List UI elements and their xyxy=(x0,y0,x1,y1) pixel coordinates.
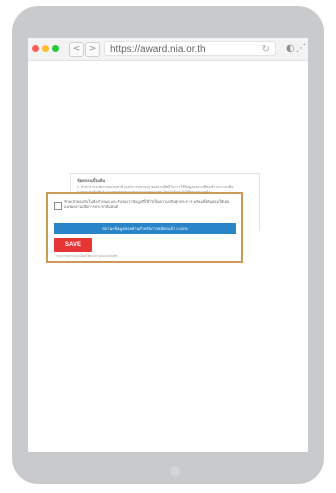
maximize-window-icon[interactable] xyxy=(52,45,59,52)
consent-save-section: ข้าพเจ้ายอมรับในข้อกำหนด และรับรองว่าข้อ… xyxy=(46,192,243,263)
close-window-icon[interactable] xyxy=(32,45,39,52)
home-button[interactable] xyxy=(170,466,180,476)
extensions-icon[interactable]: ⋰ xyxy=(296,43,306,54)
save-hint-text: * กรุณากรอกรายละเอียดให้ครบถ้วนก่อนกดบัน… xyxy=(54,254,118,258)
address-bar-url: https://award.nia.or.th xyxy=(110,44,206,55)
minimize-window-icon[interactable] xyxy=(42,45,49,52)
consent-checkbox[interactable] xyxy=(54,202,62,210)
completion-progress-bar: สถานะข้อมูลของท่านสำหรับการสมัครแล้ว 0.0… xyxy=(54,223,236,234)
shield-icon[interactable]: ◐ xyxy=(286,43,295,54)
save-button[interactable]: SAVE xyxy=(54,238,92,252)
terms-title: ข้อตกลงเบื้องต้น xyxy=(77,178,106,183)
back-button[interactable]: < xyxy=(69,42,84,57)
reload-icon[interactable]: ↻ xyxy=(262,42,270,57)
consent-label: ข้าพเจ้ายอมรับในข้อกำหนด และรับรองว่าข้อ… xyxy=(64,200,230,209)
address-bar[interactable]: https://award.nia.or.th ↻ xyxy=(104,41,276,56)
forward-button[interactable]: > xyxy=(85,42,100,57)
browser-toolbar: < > https://award.nia.or.th ↻ ◐ ⋰ xyxy=(28,38,308,61)
progress-label: สถานะข้อมูลของท่านสำหรับการสมัครแล้ว 0.0… xyxy=(102,226,188,231)
terms-line: 1. สำนักงานนวัตกรรมแห่งชาติ (องค์การมหาช… xyxy=(77,185,234,189)
